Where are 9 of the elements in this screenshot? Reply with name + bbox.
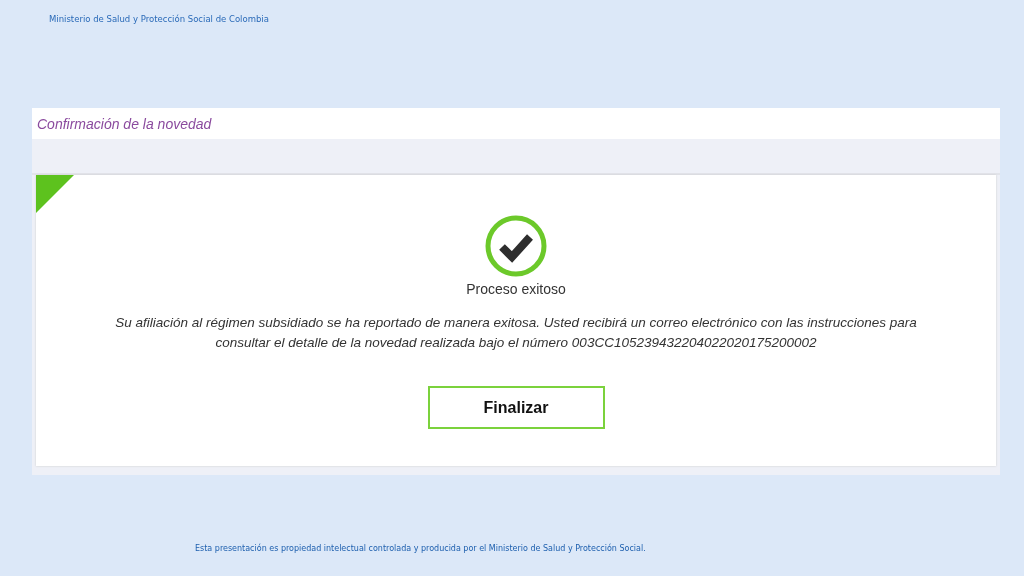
footer-text: Esta presentación es propiedad intelectual controlada y producida por el Ministerio de Salud y Protección Social. <box>195 544 646 553</box>
message-text: Su afiliación al régimen subsidiado se ha reportado de manera exitosa. Usted recibirá un correo electrónico con las instrucciones para <box>115 314 917 332</box>
finish-button[interactable]: Finalizar <box>427 386 605 429</box>
status-text: Proceso exitoso <box>466 281 566 297</box>
corner-icon <box>36 175 74 213</box>
checkmark-circle-icon <box>485 215 547 277</box>
header-text: Ministerio de Salud y Protección Social de Colombia <box>49 14 269 24</box>
panel-title: Confirmación de la novedad <box>37 115 212 132</box>
message-text: consultar el detalle de la novedad realizada bajo el número 003CC105239432204022020175200002 <box>215 334 817 352</box>
